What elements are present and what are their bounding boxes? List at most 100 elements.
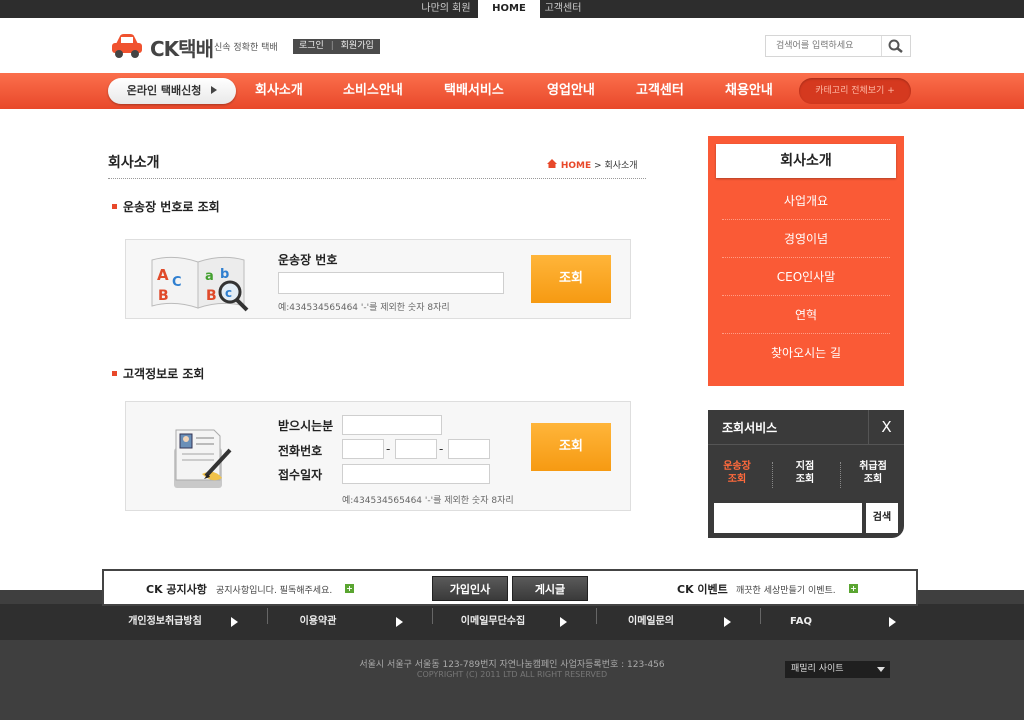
svg-text:B: B — [158, 288, 169, 304]
quick-service-title: 조회서비스 — [722, 421, 778, 435]
tab-label: 조회 — [795, 474, 815, 485]
sidebar-item-philosophy[interactable]: 경영이념 — [722, 220, 890, 258]
svg-text:c: c — [225, 286, 232, 300]
tab-branch-lookup[interactable]: 지점 조회 — [780, 460, 830, 486]
breadcrumb-home[interactable]: HOME — [561, 161, 591, 171]
header: CK택배 신속 정확한 택배 로그인 | 회원가입 — [0, 18, 1024, 73]
nav-item-service-guide[interactable]: 소비스안내 — [343, 73, 403, 109]
quick-search-button[interactable]: 검색 — [866, 503, 898, 533]
sidebar-menu: 회사소개 사업개요 경영이념 CEO인사말 연혁 찾아오시는 길 — [708, 136, 904, 386]
svg-text:A: A — [157, 266, 169, 284]
waybill-panel: A C B a b B c 운송장 번호 예:434534565464 '-'를… — [125, 239, 631, 319]
receiver-label: 받으시는분 — [278, 419, 334, 433]
search-button[interactable] — [882, 36, 910, 56]
logo-slogan: 신속 정확한 택배 — [214, 43, 278, 53]
sidebar-item-ceo-greeting[interactable]: CEO인사말 — [722, 258, 890, 296]
customer-panel: 받으시는분 전화번호 - - 접수일자 예:434534565464 '-'를 … — [125, 401, 631, 511]
board-button[interactable]: 게시글 — [512, 576, 588, 601]
tab-label: 조회 — [727, 474, 747, 485]
phone-input-2[interactable] — [395, 439, 437, 459]
all-categories-button[interactable]: 카테고리 전체보기 + — [799, 78, 911, 104]
phone-input-3[interactable] — [448, 439, 490, 459]
arrow-right-icon — [724, 617, 731, 627]
waybill-section-title: 운송장 번호로 조회 — [112, 198, 220, 215]
breadcrumb-current: 회사소개 — [604, 161, 638, 171]
join-greeting-button[interactable]: 가입인사 — [432, 576, 508, 601]
online-apply-label: 온라인 택배신청 — [126, 84, 202, 97]
footer: 개인정보취급방침 이용약관 이메일무단수집 이메일문의 FAQ 서울시 서울구 … — [0, 590, 1024, 720]
breadcrumb-separator: > — [594, 161, 602, 171]
date-input[interactable] — [342, 464, 490, 484]
breadcrumb: HOME > 회사소개 — [546, 158, 638, 171]
notice-more-icon[interactable]: + — [345, 584, 354, 593]
home-icon — [547, 159, 557, 168]
sidebar-item-overview[interactable]: 사업개요 — [722, 182, 890, 220]
support-link[interactable]: 고객센터 — [540, 0, 586, 18]
nav-item-company[interactable]: 회사소개 — [255, 73, 303, 109]
svg-text:C: C — [172, 275, 182, 290]
customer-section-title: 고객정보로 조회 — [112, 365, 204, 382]
waybill-number-label: 운송장 번호 — [278, 253, 338, 267]
event-label: CK 이벤트 — [677, 583, 728, 596]
arrow-right-icon — [231, 617, 238, 627]
sidebar-item-history[interactable]: 연혁 — [722, 296, 890, 334]
title-divider — [108, 178, 646, 179]
main-nav: 온라인 택배신청 회사소개 소비스안내 택배서비스 영업안내 고객센터 채용안내… — [0, 73, 1024, 109]
arrow-right-icon — [560, 617, 567, 627]
waybill-hint: 예:434534565464 '-'를 제외한 숫자 8자리 — [278, 303, 450, 313]
tab-agent-lookup[interactable]: 취급점 조회 — [848, 460, 898, 486]
footer-link-email-inquiry[interactable]: 이메일문의 — [597, 614, 705, 630]
notice-text[interactable]: 공지사항입니다. 필독해주세요. — [216, 583, 332, 596]
close-icon[interactable]: X — [868, 410, 904, 444]
logo-text[interactable]: CK택배 — [150, 33, 214, 62]
customer-search-button[interactable]: 조회 — [531, 423, 611, 471]
event-text[interactable]: 깨끗한 세상만들기 이벤트. — [736, 583, 836, 596]
waybill-section-label: 운송장 번호로 조회 — [123, 200, 220, 214]
home-tab[interactable]: HOME — [478, 0, 540, 18]
tab-label: 취급점 — [859, 461, 887, 472]
tab-label: 조회 — [863, 474, 883, 485]
svg-text:a: a — [205, 269, 214, 284]
nav-item-recruit[interactable]: 채용안내 — [725, 73, 773, 109]
phone-label: 전화번호 — [278, 444, 323, 458]
family-site-label: 패밀리 사이트 — [791, 664, 844, 674]
footer-link-terms[interactable]: 이용약관 — [268, 614, 368, 630]
svg-text:B: B — [206, 288, 217, 304]
divider — [772, 462, 773, 488]
header-search — [765, 35, 911, 57]
waybill-number-input[interactable] — [278, 272, 504, 294]
search-input[interactable] — [766, 36, 882, 56]
family-site-select[interactable]: 패밀리 사이트 — [785, 661, 890, 678]
footer-link-email-collection[interactable]: 이메일무단수집 — [433, 614, 553, 630]
car-logo-icon — [112, 34, 142, 58]
sidebar-item-directions[interactable]: 찾아오시는 길 — [722, 334, 890, 372]
nav-item-delivery[interactable]: 택배서비스 — [444, 73, 504, 109]
bullet-square-icon — [112, 204, 117, 209]
quick-search-input[interactable] — [714, 503, 862, 533]
tab-label: 지점 — [795, 461, 815, 472]
signup-link[interactable]: 회원가입 — [341, 41, 374, 51]
nav-item-sales[interactable]: 영업안내 — [547, 73, 595, 109]
auth-links: 로그인 | 회원가입 — [293, 39, 380, 54]
chevron-down-icon — [877, 667, 885, 672]
tab-waybill-lookup[interactable]: 운송장 조회 — [712, 460, 762, 486]
event-more-icon[interactable]: + — [849, 584, 858, 593]
waybill-search-button[interactable]: 조회 — [531, 255, 611, 303]
phone-dash-2: - — [439, 442, 444, 456]
my-page-link[interactable]: 나만의 회원 — [414, 0, 478, 18]
nav-item-support[interactable]: 고객센터 — [636, 73, 684, 109]
login-link[interactable]: 로그인 — [299, 41, 324, 51]
footer-link-faq[interactable]: FAQ — [761, 614, 841, 630]
customer-hint: 예:434534565464 '-'를 제외한 숫자 8자리 — [342, 496, 514, 506]
svg-text:b: b — [220, 267, 229, 282]
top-utility-bar: 나만의 회원 HOME 고객센터 — [0, 0, 1024, 18]
quick-service-widget: 조회서비스 X 운송장 조회 지점 조회 취급점 조회 검색 — [708, 410, 904, 538]
footer-link-privacy[interactable]: 개인정보취급방침 — [104, 614, 226, 630]
tab-label: 운송장 — [723, 461, 751, 472]
date-label: 접수일자 — [278, 468, 323, 482]
receiver-input[interactable] — [342, 415, 442, 435]
online-apply-button[interactable]: 온라인 택배신청 — [108, 78, 236, 104]
phone-input-1[interactable] — [342, 439, 384, 459]
page-title: 회사소개 — [108, 155, 160, 171]
bullet-square-icon — [112, 371, 117, 376]
